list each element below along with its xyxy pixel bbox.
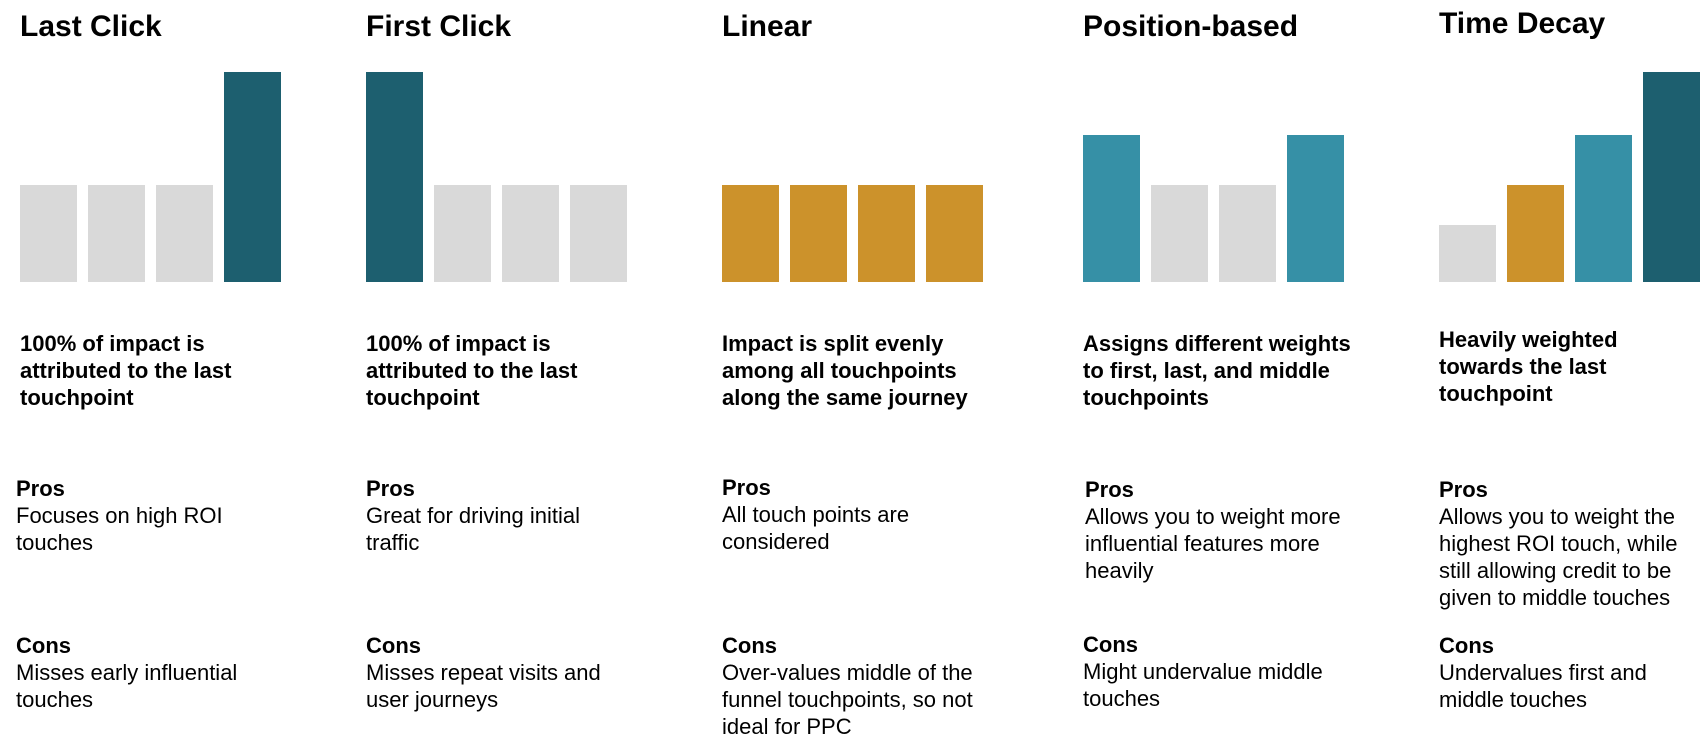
cons-section: Cons Misses repeat visits and user journ… — [366, 632, 666, 713]
pros-label: Pros — [1085, 477, 1134, 502]
model-description: Impact is split evenly among all touchpo… — [722, 331, 968, 410]
cons-section: Cons Over-values middle of the funnel to… — [722, 632, 1022, 740]
pros-section: Pros Allows you to weight more influenti… — [1085, 476, 1385, 584]
attribution-chart — [722, 60, 1002, 282]
pros-section: Pros Focuses on high ROI touches — [16, 475, 316, 556]
pros-label: Pros — [1439, 477, 1488, 502]
pros-label: Pros — [16, 476, 65, 501]
model-column-first-click: First Click 100% of impact is attributed… — [366, 0, 666, 753]
bar-1 — [722, 185, 779, 282]
cons-label: Cons — [366, 633, 421, 658]
pros-text: All touch points are considered — [722, 502, 910, 554]
cons-section: Cons Misses early influential touches — [16, 632, 316, 713]
pros-label: Pros — [366, 476, 415, 501]
pros-text: Focuses on high ROI touches — [16, 503, 223, 555]
cons-text: Over-values middle of the funnel touchpo… — [722, 660, 973, 739]
bar-3 — [502, 185, 559, 282]
pros-text: Great for driving initial traffic — [366, 503, 580, 555]
cons-label: Cons — [722, 633, 777, 658]
model-column-linear: Linear Impact is split evenly among all … — [722, 0, 1022, 753]
attribution-chart — [20, 60, 300, 282]
bar-4 — [570, 185, 627, 282]
attribution-chart — [1083, 60, 1363, 282]
cons-label: Cons — [1439, 633, 1494, 658]
bar-3 — [1575, 135, 1632, 282]
model-title: Last Click — [20, 10, 162, 43]
pros-section: Pros All touch points are considered — [722, 474, 1022, 555]
bar-4 — [224, 72, 281, 282]
model-column-last-click: Last Click 100% of impact is attributed … — [16, 0, 320, 753]
model-title: First Click — [366, 10, 512, 43]
model-description: 100% of impact is attributed to the last… — [20, 331, 232, 410]
bar-2 — [790, 185, 847, 282]
bar-2 — [1151, 185, 1208, 282]
model-title: Position-based — [1083, 10, 1299, 43]
bar-2 — [88, 185, 145, 282]
pros-text: Allows you to weight the highest ROI tou… — [1439, 504, 1678, 610]
bar-4 — [1287, 135, 1344, 282]
bar-1 — [20, 185, 77, 282]
cons-text: Might undervalue middle touches — [1083, 659, 1323, 711]
bar-3 — [156, 185, 213, 282]
model-column-time-decay: Time Decay Heavily weighted towards the … — [1439, 0, 1704, 753]
pros-label: Pros — [722, 475, 771, 500]
bar-2 — [434, 185, 491, 282]
bar-1 — [1439, 225, 1496, 282]
attribution-chart — [1439, 60, 1704, 282]
model-description: Heavily weighted towards the last touchp… — [1439, 327, 1618, 406]
model-title: Time Decay — [1439, 7, 1606, 40]
model-description: Assigns different weights to first, last… — [1083, 331, 1351, 410]
attribution-chart — [366, 60, 646, 282]
pros-section: Pros Allows you to weight the highest RO… — [1439, 476, 1704, 611]
model-title: Linear — [722, 10, 813, 43]
bar-3 — [1219, 185, 1276, 282]
bar-2 — [1507, 185, 1564, 282]
bar-1 — [366, 72, 423, 282]
pros-text: Allows you to weight more influential fe… — [1085, 504, 1341, 583]
model-column-position-based: Position-based Assigns different weights… — [1083, 0, 1383, 753]
bar-1 — [1083, 135, 1140, 282]
cons-section: Cons Undervalues first and middle touche… — [1439, 632, 1704, 713]
cons-text: Misses repeat visits and user journeys — [366, 660, 601, 712]
model-description: 100% of impact is attributed to the last… — [366, 331, 578, 410]
bar-4 — [1643, 72, 1700, 282]
bar-3 — [858, 185, 915, 282]
cons-label: Cons — [1083, 632, 1138, 657]
cons-text: Misses early influential touches — [16, 660, 238, 712]
cons-text: Undervalues first and middle touches — [1439, 660, 1647, 712]
pros-section: Pros Great for driving initial traffic — [366, 475, 666, 556]
bar-4 — [926, 185, 983, 282]
cons-section: Cons Might undervalue middle touches — [1083, 631, 1383, 712]
cons-label: Cons — [16, 633, 71, 658]
